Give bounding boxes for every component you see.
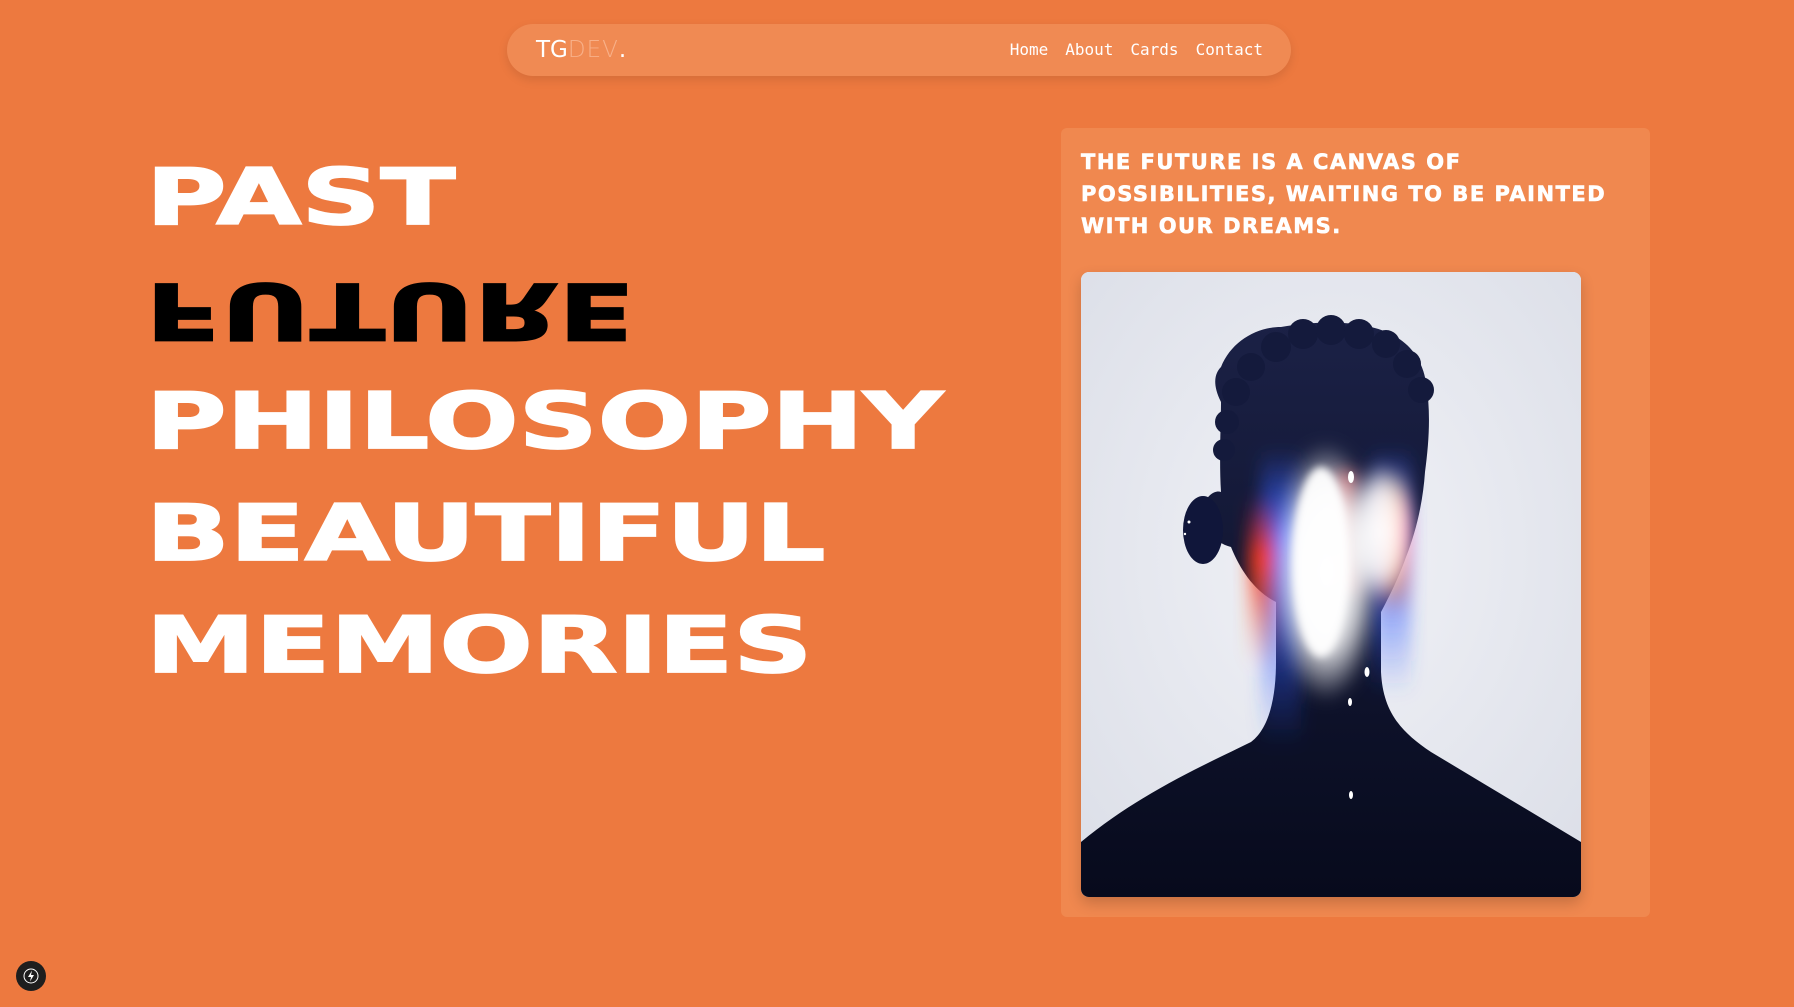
nav-link-cards[interactable]: Cards	[1130, 39, 1178, 61]
hero-word-list: PAST FUTURE PHILOSOPHY BEAUTIFUL MEMORIE…	[145, 142, 944, 702]
nav-link-about[interactable]: About	[1065, 39, 1113, 61]
logo-text-dev: DEV	[567, 37, 619, 63]
logo-text-dot: .	[618, 37, 627, 63]
nav-links: Home About Cards Contact	[1010, 39, 1263, 61]
hero-word-past: PAST	[145, 152, 457, 244]
lightning-bolt-icon[interactable]	[16, 961, 46, 991]
nav-link-home[interactable]: Home	[1010, 39, 1049, 61]
hero-word-future: FUTURE	[145, 264, 635, 356]
site-logo[interactable]: TGDEV.	[536, 34, 626, 66]
logo-text-tg: TG	[536, 37, 568, 63]
hero-word-beautiful: BEAUTIFUL	[145, 488, 827, 580]
nav-link-contact[interactable]: Contact	[1196, 39, 1263, 61]
feature-card: THE FUTURE IS A CANVAS OF POSSIBILITIES,…	[1061, 128, 1650, 917]
top-navbar: TGDEV. Home About Cards Contact	[507, 24, 1291, 76]
hero-word-philosophy: PHILOSOPHY	[145, 376, 944, 468]
portrait-image	[1081, 272, 1581, 897]
card-quote: THE FUTURE IS A CANVAS OF POSSIBILITIES,…	[1081, 150, 1607, 239]
hero-word-memories: MEMORIES	[145, 600, 814, 692]
